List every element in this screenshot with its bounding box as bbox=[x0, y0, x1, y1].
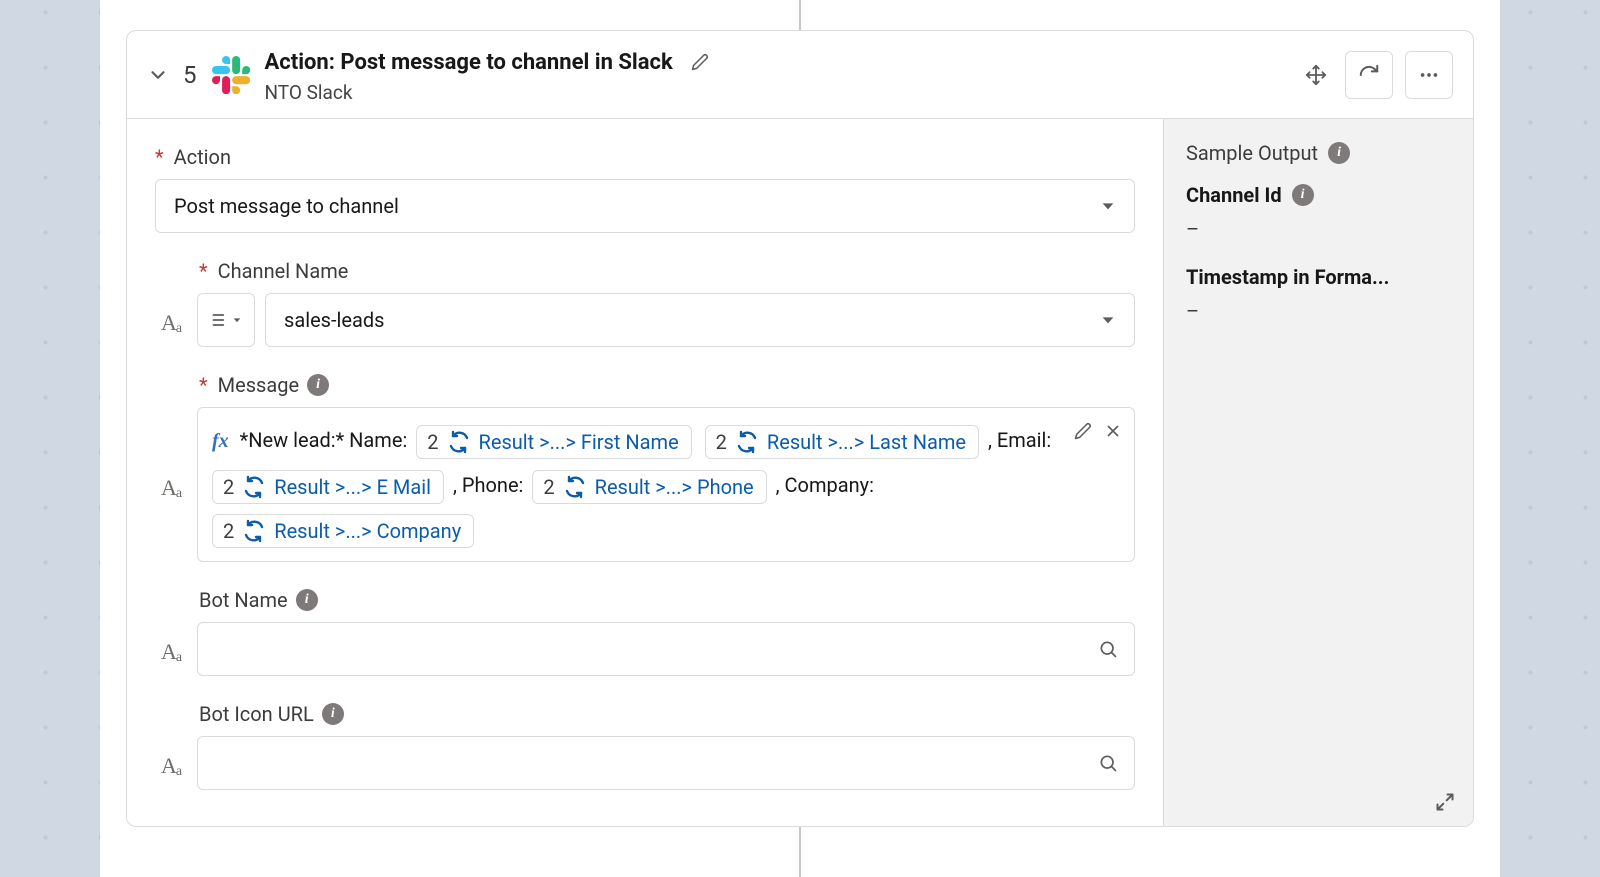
data-pill[interactable]: 2 Result >...> First Name bbox=[416, 425, 691, 459]
text-type-icon: Aa bbox=[157, 407, 187, 562]
info-icon[interactable]: i bbox=[307, 374, 329, 396]
action-label: Action bbox=[174, 145, 231, 169]
data-pill[interactable]: 2 Result >...> Company bbox=[212, 514, 474, 548]
sample-output-heading: Sample Output bbox=[1186, 141, 1318, 165]
card-header: 5 Action: Post message to channel in Sla… bbox=[127, 31, 1473, 119]
sample-field-label: Timestamp in Forma... bbox=[1186, 265, 1389, 289]
bot-name-label: Bot Name bbox=[199, 588, 288, 612]
cycle-icon bbox=[242, 475, 266, 499]
cycle-icon bbox=[735, 430, 759, 454]
text-type-icon: Aa bbox=[157, 736, 187, 790]
sample-output-panel: Sample Output i Channel Id i – Timestamp… bbox=[1163, 119, 1473, 826]
cycle-icon bbox=[563, 475, 587, 499]
move-icon[interactable] bbox=[1299, 58, 1333, 92]
message-text-prefix: *New lead:* Name: bbox=[240, 428, 408, 452]
chevron-down-icon bbox=[1100, 312, 1116, 328]
action-select[interactable]: Post message to channel bbox=[155, 179, 1135, 233]
sample-field-label: Channel Id bbox=[1186, 183, 1282, 207]
required-indicator: * bbox=[155, 145, 164, 169]
connector-line bbox=[799, 827, 801, 877]
step-card: 5 Action: Post message to channel in Sla… bbox=[126, 30, 1474, 827]
channel-name-select[interactable]: sales-leads bbox=[265, 293, 1135, 347]
bot-icon-url-label: Bot Icon URL bbox=[199, 702, 314, 726]
text-type-icon: Aa bbox=[157, 622, 187, 676]
slack-logo-icon bbox=[211, 55, 251, 95]
cycle-icon bbox=[242, 519, 266, 543]
required-indicator: * bbox=[199, 259, 208, 283]
search-icon bbox=[1098, 753, 1118, 773]
channel-name-label: Channel Name bbox=[218, 259, 349, 283]
expand-icon[interactable] bbox=[1435, 792, 1455, 812]
clear-formula-icon[interactable] bbox=[1104, 422, 1122, 440]
card-subtitle: NTO Slack bbox=[265, 81, 1286, 104]
bot-icon-url-input[interactable] bbox=[197, 736, 1135, 790]
collapse-chevron-icon[interactable] bbox=[147, 64, 169, 86]
message-label: Message bbox=[218, 373, 299, 397]
info-icon[interactable]: i bbox=[1328, 142, 1350, 164]
message-text-sep: , Phone: bbox=[453, 473, 523, 497]
message-text-sep: , Company: bbox=[776, 473, 874, 497]
message-text-sep: , Email: bbox=[988, 428, 1051, 452]
form-panel: * Action Post message to channel * Chan bbox=[127, 119, 1163, 826]
action-select-value: Post message to channel bbox=[174, 194, 399, 218]
required-indicator: * bbox=[199, 373, 208, 397]
sample-field-value: – bbox=[1186, 217, 1451, 241]
chevron-down-icon bbox=[1100, 198, 1116, 214]
text-type-icon: Aa bbox=[157, 293, 187, 347]
edit-formula-icon[interactable] bbox=[1074, 422, 1092, 440]
channel-name-value: sales-leads bbox=[284, 308, 384, 332]
sample-field-value: – bbox=[1186, 299, 1451, 323]
field-mode-button[interactable] bbox=[197, 293, 255, 347]
connector-line bbox=[799, 0, 801, 30]
bot-name-input[interactable] bbox=[197, 622, 1135, 676]
edit-title-icon[interactable] bbox=[683, 45, 717, 79]
data-pill[interactable]: 2 Result >...> Last Name bbox=[705, 425, 979, 459]
more-actions-button[interactable] bbox=[1405, 51, 1453, 99]
refresh-button[interactable] bbox=[1345, 51, 1393, 99]
info-icon[interactable]: i bbox=[296, 589, 318, 611]
fx-icon: fx bbox=[212, 430, 229, 452]
search-icon bbox=[1098, 639, 1118, 659]
card-title: Action: Post message to channel in Slack bbox=[265, 50, 673, 75]
step-number: 5 bbox=[183, 61, 197, 89]
data-pill[interactable]: 2 Result >...> E Mail bbox=[212, 470, 444, 504]
data-pill[interactable]: 2 Result >...> Phone bbox=[532, 470, 766, 504]
cycle-icon bbox=[447, 430, 471, 454]
info-icon[interactable]: i bbox=[322, 703, 344, 725]
info-icon[interactable]: i bbox=[1292, 184, 1314, 206]
message-formula-input[interactable]: fx *New lead:* Name: 2 Result >...> Firs… bbox=[197, 407, 1135, 562]
